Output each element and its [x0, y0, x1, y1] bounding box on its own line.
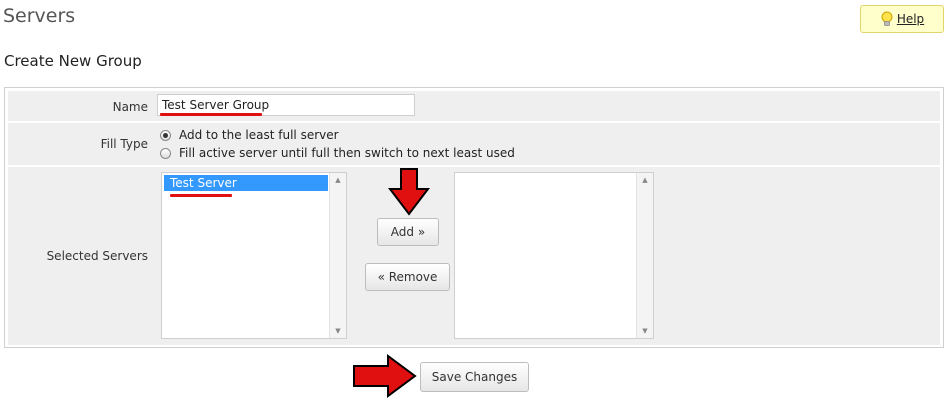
add-button[interactable]: Add » — [377, 218, 439, 246]
fill-type-option-label: Fill active server until full then switc… — [179, 146, 515, 160]
fill-type-option-least-full[interactable]: Add to the least full server — [160, 128, 339, 142]
scrollbar[interactable]: ▲ ▼ — [329, 173, 346, 338]
selected-servers-label: Selected Servers — [46, 249, 148, 263]
section-title: Create New Group — [4, 52, 142, 70]
available-servers-list[interactable]: Test Server ▲ ▼ — [161, 172, 347, 339]
radio-selected-icon[interactable] — [160, 129, 171, 141]
name-label: Name — [112, 100, 148, 114]
help-button[interactable]: Help — [860, 5, 944, 33]
selected-servers-row: Selected Servers Test Server ▲ ▼ Add » «… — [8, 167, 940, 345]
scroll-down-icon[interactable]: ▼ — [637, 324, 653, 338]
create-group-form: Name Fill Type Add to the least full ser… — [4, 87, 944, 348]
server-highlight-underline — [170, 194, 232, 197]
fill-type-option-fill-active[interactable]: Fill active server until full then switc… — [160, 146, 515, 160]
scrollbar[interactable]: ▲ ▼ — [636, 173, 653, 338]
remove-button[interactable]: « Remove — [365, 263, 450, 291]
help-label: Help — [896, 12, 925, 26]
scroll-up-icon[interactable]: ▲ — [637, 173, 653, 187]
radio-unselected-icon[interactable] — [160, 147, 171, 159]
fill-type-label: Fill Type — [100, 137, 148, 151]
scroll-up-icon[interactable]: ▲ — [330, 173, 346, 187]
arrow-down-icon — [388, 168, 430, 216]
name-row: Name — [8, 91, 940, 121]
list-item[interactable]: Test Server — [164, 175, 328, 191]
name-highlight-underline — [160, 113, 262, 116]
fill-type-option-label: Add to the least full server — [179, 128, 339, 142]
selected-servers-list[interactable]: ▲ ▼ — [454, 172, 654, 339]
lightbulb-icon — [880, 11, 894, 27]
fill-type-row: Fill Type Add to the least full server F… — [8, 123, 940, 165]
arrow-right-icon — [353, 354, 417, 398]
page-title: Servers — [3, 5, 76, 27]
save-changes-button[interactable]: Save Changes — [420, 362, 529, 392]
scroll-down-icon[interactable]: ▼ — [330, 324, 346, 338]
